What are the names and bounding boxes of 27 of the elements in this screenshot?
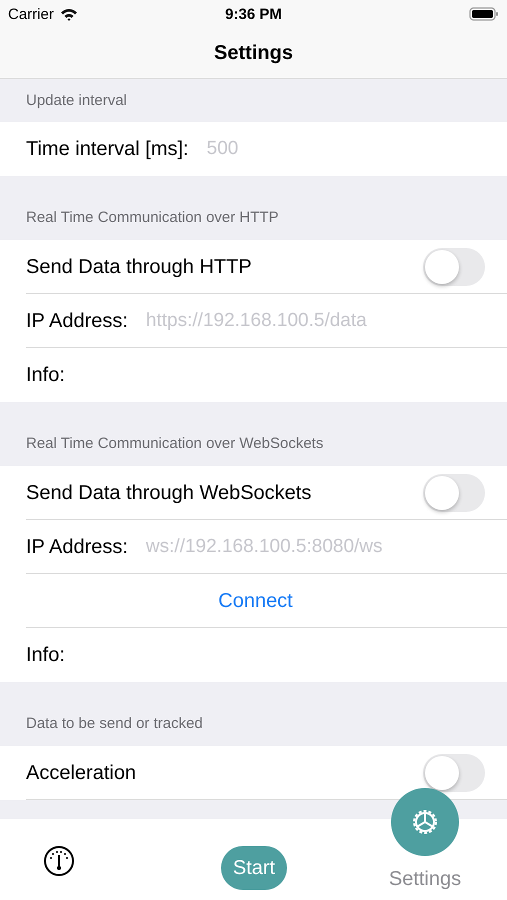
row-label: Info: [26, 644, 65, 666]
gauge-icon[interactable] [43, 845, 75, 877]
input-field[interactable]: 500 [204, 137, 485, 161]
row-label: Send Data through WebSockets [26, 482, 312, 504]
row-label: IP Address: [26, 310, 128, 332]
toggle-switch[interactable] [423, 248, 485, 286]
wifi-icon [60, 8, 78, 20]
start-button[interactable]: Start [221, 846, 287, 890]
toggle-switch[interactable] [423, 754, 485, 792]
row-label: Send Data through HTTP [26, 256, 252, 278]
row-label: Info: [26, 364, 65, 386]
nav-title: Settings [214, 42, 293, 64]
row-label: Acceleration [26, 762, 136, 784]
section-header: Real Time Communication over WebSockets [26, 435, 324, 452]
row-label: IP Address: [26, 536, 128, 558]
carrier-text: Carrier [8, 6, 54, 22]
input-field[interactable]: ws://192.168.100.5:8080/ws [144, 535, 485, 559]
connect-button[interactable]: Connect [210, 586, 301, 616]
input-field[interactable]: https://192.168.100.5/data [144, 309, 485, 333]
battery-icon [468, 7, 499, 21]
section-header: Data to be send or tracked [26, 715, 203, 732]
section-header: Real Time Communication over HTTP [26, 209, 279, 226]
status-time: 9:36 PM [225, 6, 282, 22]
settings-tab-label: Settings [388, 868, 462, 891]
section-header: Update interval [26, 92, 127, 109]
row-label: Time interval [ms]: [26, 138, 189, 160]
toggle-switch[interactable] [423, 474, 485, 512]
